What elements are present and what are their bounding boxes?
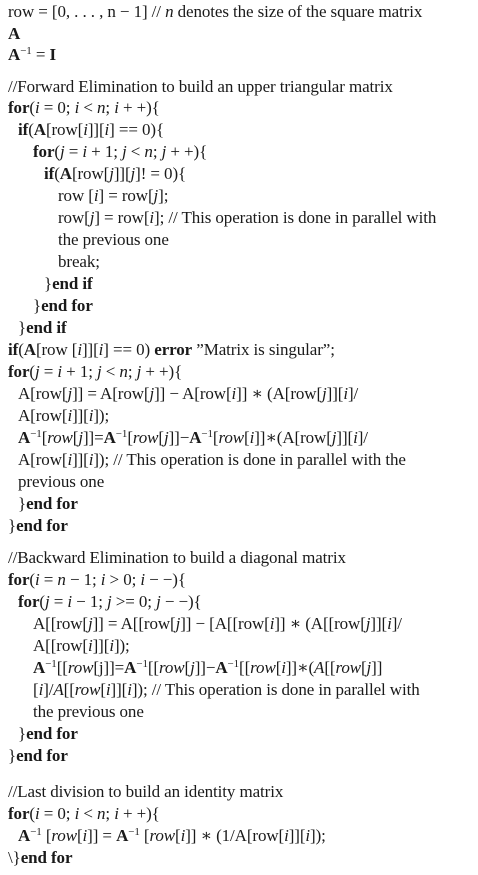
code-line: for(j = i + 1; j < n; j + +){ [8,362,183,381]
code-line: A−1[row[j]]=A−1[row[j]]−A−1[row[i]]∗(A[r… [18,428,368,447]
code-line: A[row[i]][i]); [18,406,110,425]
code-line: A−1 [row[i]] = A−1 [row[i]] ∗ (1/A[row[i… [18,826,326,845]
code-line: A−1[[row[j]]=A−1[[row[j]]−A−1[[row[i]]∗(… [33,658,383,677]
code-line: previous one [18,472,105,491]
code-line: //Forward Elimination to build an upper … [8,77,393,96]
code-line: row [i] = row[j]; [58,186,169,205]
code-line: if(A[row[j]][j]! = 0){ [44,164,187,183]
code-line: row = [0, . . . , n − 1] // n denotes th… [8,2,423,21]
code-line: }end if [44,274,93,293]
code-line: //Backward Elimination to build a diagon… [8,548,346,567]
code-line: }end for [8,746,68,765]
code-line: }end for [33,296,93,315]
code-line: A [8,24,21,43]
algorithm-listing: row = [0, . . . , n − 1] // n denotes th… [0,0,478,875]
code-line: }end for [18,494,78,513]
code-line: break; [58,252,100,271]
code-line: for(j = i + 1; j < n; j + +){ [33,142,208,161]
code-line: }end if [18,318,67,337]
code-line: the previous one [33,702,144,721]
code-line: A[[row[i]][i]); [33,636,130,655]
code-line: A[[row[j]] = A[[row[j]] − [A[[row[i]] ∗ … [33,614,402,633]
code-line: }end for [8,516,68,535]
code-line: for(i = 0; i < n; i + +){ [8,804,160,823]
code-line: row[j] = row[i]; // This operation is do… [58,208,437,227]
code-line: [i]/A[[row[i]][i]); // This operation is… [33,680,420,699]
code-line: A−1 = I [8,45,57,64]
code-line: \}end for [8,848,73,867]
code-line: A[row[i]][i]); // This operation is done… [18,450,406,469]
code-line: for(i = 0; i < n; i + +){ [8,98,160,117]
code-line: the previous one [58,230,169,249]
code-line: for(j = i − 1; j >= 0; j − −){ [18,592,202,611]
code-line: for(i = n − 1; i > 0; i − −){ [8,570,186,589]
code-line: if(A[row[i]][i] == 0){ [18,120,164,139]
code-line: A[row[j]] = A[row[j]] − A[row[i]] ∗ (A[r… [18,384,359,403]
code-line: //Last division to build an identity mat… [8,782,284,801]
code-line: if(A[row [i]][i] == 0) error ”Matrix is … [8,340,335,359]
code-line: }end for [18,724,78,743]
